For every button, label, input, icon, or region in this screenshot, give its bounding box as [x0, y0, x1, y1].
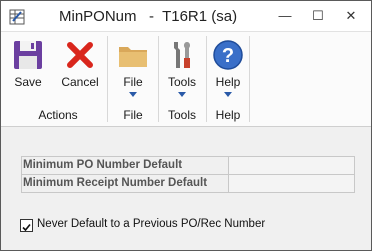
group-label-file: File — [123, 108, 143, 122]
group-divider — [107, 36, 108, 122]
help-label: Help — [215, 75, 241, 89]
tools-menu-button[interactable]: Tools — [161, 32, 203, 106]
group-label-tools: Tools — [167, 108, 196, 122]
svg-text:?: ? — [222, 45, 234, 67]
help-question-icon: ? — [213, 40, 243, 70]
field-row: Minimum Receipt Number Default — [21, 174, 355, 193]
cancel-label: Cancel — [61, 75, 99, 89]
chevron-down-icon — [178, 92, 186, 97]
tools-label: Tools — [167, 75, 196, 89]
title-bar[interactable]: MinPONum - T16R1 (sa) — ☐ ✕ — [1, 1, 371, 31]
folder-icon — [119, 47, 147, 67]
field-label: Minimum PO Number Default — [23, 159, 183, 171]
group-divider — [249, 36, 250, 122]
group-label-actions: Actions — [38, 108, 78, 122]
group-divider — [206, 36, 207, 122]
tools-icon — [174, 42, 191, 68]
chevron-down-icon — [129, 92, 137, 97]
field-label: Minimum Receipt Number Default — [23, 177, 208, 189]
chevron-down-icon — [224, 92, 232, 97]
save-button[interactable]: Save — [11, 32, 45, 106]
file-menu-button[interactable]: File — [111, 32, 155, 106]
window: MinPONum - T16R1 (sa) — ☐ ✕ Save Cancel … — [0, 0, 372, 251]
group-divider — [158, 36, 159, 122]
cancel-button[interactable]: Cancel — [57, 32, 103, 106]
app-grid-icon — [9, 9, 25, 25]
floppy-disk-icon — [14, 41, 42, 69]
red-x-icon — [67, 42, 93, 68]
group-label-help: Help — [215, 108, 241, 122]
minimum-po-number-field[interactable] — [228, 157, 354, 174]
file-label: File — [123, 75, 143, 89]
minimum-receipt-number-field[interactable] — [228, 175, 354, 192]
minimize-button[interactable]: — — [271, 6, 299, 26]
save-label: Save — [14, 75, 42, 89]
window-title: MinPONum - T16R1 (sa) — [59, 8, 238, 25]
help-menu-button[interactable]: ? Help — [209, 32, 247, 106]
ribbon: Save Cancel Actions File File Tools Tool… — [1, 31, 371, 127]
never-default-label: Never Default to a Previous PO/Rec Numbe… — [37, 218, 266, 230]
checkmark-icon — [22, 223, 31, 232]
maximize-button[interactable]: ☐ — [304, 6, 332, 26]
never-default-checkbox[interactable] — [20, 219, 33, 232]
close-button[interactable]: ✕ — [337, 6, 365, 26]
field-row: Minimum PO Number Default — [21, 156, 355, 175]
